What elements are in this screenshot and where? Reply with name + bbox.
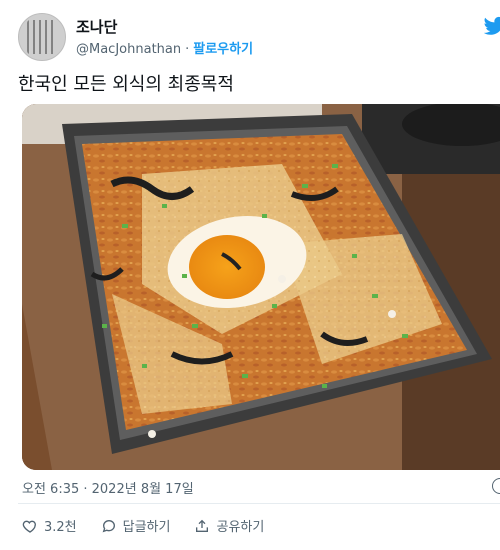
tweet-media-photo[interactable] — [22, 104, 500, 470]
reply-button[interactable]: 답글하기 — [101, 516, 171, 535]
tweet-text: 한국인 모든 외식의 최종목적 — [18, 74, 234, 95]
author-display-name[interactable]: 조나단 — [76, 16, 117, 37]
share-label: 공유하기 — [216, 520, 265, 535]
like-count: 3.2천 — [44, 520, 77, 535]
twitter-bird-icon[interactable] — [484, 16, 500, 36]
reply-label: 답글하기 — [122, 520, 171, 535]
avatar-calligraphy-image — [27, 20, 57, 54]
tweet-timestamp[interactable]: 오전 6:35 · 2022년 8월 17일 — [22, 478, 194, 497]
follow-button[interactable]: 팔로우하기 — [193, 42, 253, 57]
kimchi-fried-rice-photo — [22, 104, 500, 470]
heart-icon — [22, 520, 36, 533]
divider — [18, 503, 500, 504]
info-icon[interactable] — [492, 478, 500, 494]
share-icon — [196, 519, 209, 532]
author-handle-row: @MacJohnathan · 팔로우하기 — [76, 38, 253, 57]
reply-bubble-icon — [102, 519, 115, 532]
tweet-actions: 3.2천 답글하기 공유하기 — [22, 516, 264, 535]
handle-separator: · — [185, 42, 190, 57]
like-button[interactable]: 3.2천 — [22, 516, 77, 535]
avatar[interactable] — [18, 13, 66, 61]
author-handle[interactable]: @MacJohnathan — [76, 42, 181, 57]
share-button[interactable]: 공유하기 — [194, 516, 264, 535]
